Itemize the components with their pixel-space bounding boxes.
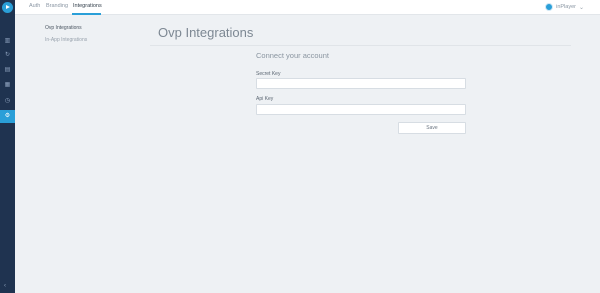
save-button[interactable]: Save bbox=[398, 122, 466, 134]
chevron-down-icon: ⌄ bbox=[578, 4, 584, 11]
logo-play-icon[interactable] bbox=[2, 2, 13, 13]
subnav-item-in-app-integrations[interactable]: In-App Integrations bbox=[45, 37, 87, 43]
api-key-label: Api Key bbox=[256, 96, 274, 102]
top-bar: Auth Branding Integrations inPlayer ⌄ bbox=[15, 0, 600, 15]
calendar-icon[interactable]: ▦ bbox=[4, 82, 11, 89]
user-name: inPlayer bbox=[556, 4, 576, 10]
tab-branding[interactable]: Branding bbox=[46, 3, 68, 9]
divider bbox=[150, 45, 571, 46]
bar-chart-icon[interactable]: ▥ bbox=[4, 38, 11, 45]
analytics-icon[interactable]: ▤ bbox=[4, 67, 11, 74]
tab-auth[interactable]: Auth bbox=[29, 3, 40, 9]
secret-key-input[interactable] bbox=[256, 78, 466, 89]
user-menu[interactable]: inPlayer ⌄ bbox=[545, 3, 584, 11]
clock-icon[interactable]: ◷ bbox=[4, 98, 11, 105]
page-title: Ovp Integrations bbox=[158, 25, 254, 40]
avatar bbox=[545, 3, 554, 11]
tab-integrations[interactable]: Integrations bbox=[73, 3, 102, 9]
refresh-icon[interactable]: ↻ bbox=[4, 52, 11, 59]
api-key-input[interactable] bbox=[256, 104, 466, 115]
section-title: Connect your account bbox=[256, 51, 329, 60]
chevron-left-icon[interactable]: ‹ bbox=[4, 283, 6, 289]
active-tab-indicator bbox=[72, 13, 101, 15]
secret-key-label: Secret Key bbox=[256, 71, 281, 77]
gear-icon[interactable]: ⚙ bbox=[4, 113, 11, 120]
subnav-item-ovp-integrations[interactable]: Ovp Integrations bbox=[45, 25, 82, 31]
sidebar: ▥ ↻ ▤ ▦ ◷ ⚙ ‹ bbox=[0, 0, 15, 293]
